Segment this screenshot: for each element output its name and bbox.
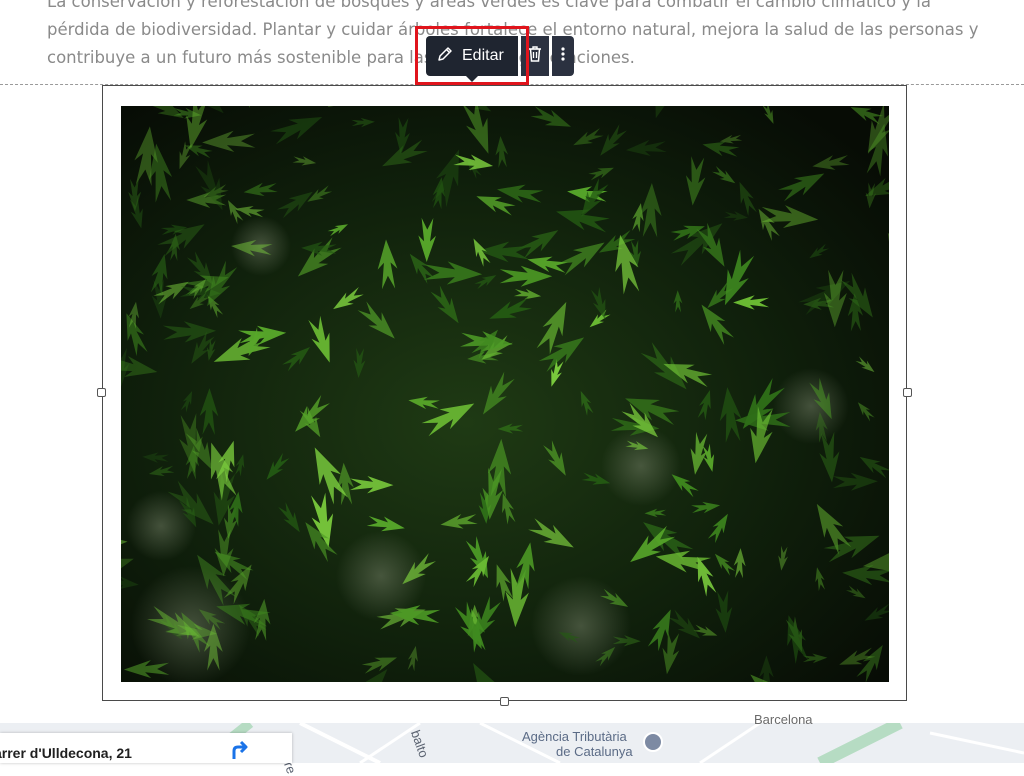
resize-handle-left[interactable] bbox=[97, 388, 106, 397]
institution-pin-icon[interactable] bbox=[643, 732, 663, 752]
more-vertical-icon bbox=[560, 46, 566, 67]
directions-icon[interactable] bbox=[230, 739, 250, 766]
resize-handle-bottom[interactable] bbox=[500, 697, 509, 706]
trash-icon bbox=[527, 45, 543, 68]
map-address: arrer d'Ulldecona, 21 bbox=[0, 745, 132, 761]
map-place-label: de Catalunya bbox=[556, 744, 633, 759]
resize-handle-right[interactable] bbox=[903, 388, 912, 397]
map-place-label: Agència Tributària bbox=[522, 729, 627, 744]
leaves-photo bbox=[121, 106, 889, 682]
forest-leaves-image[interactable] bbox=[121, 106, 889, 682]
map-place-label: Barcelona bbox=[754, 712, 813, 727]
highlight-annotation bbox=[415, 26, 529, 85]
map-place-card[interactable]: arrer d'Ulldecona, 21 bbox=[0, 733, 292, 763]
paragraph-line: La conservación y reforestación de bosqu… bbox=[47, 0, 931, 11]
more-options-button[interactable] bbox=[551, 36, 574, 76]
